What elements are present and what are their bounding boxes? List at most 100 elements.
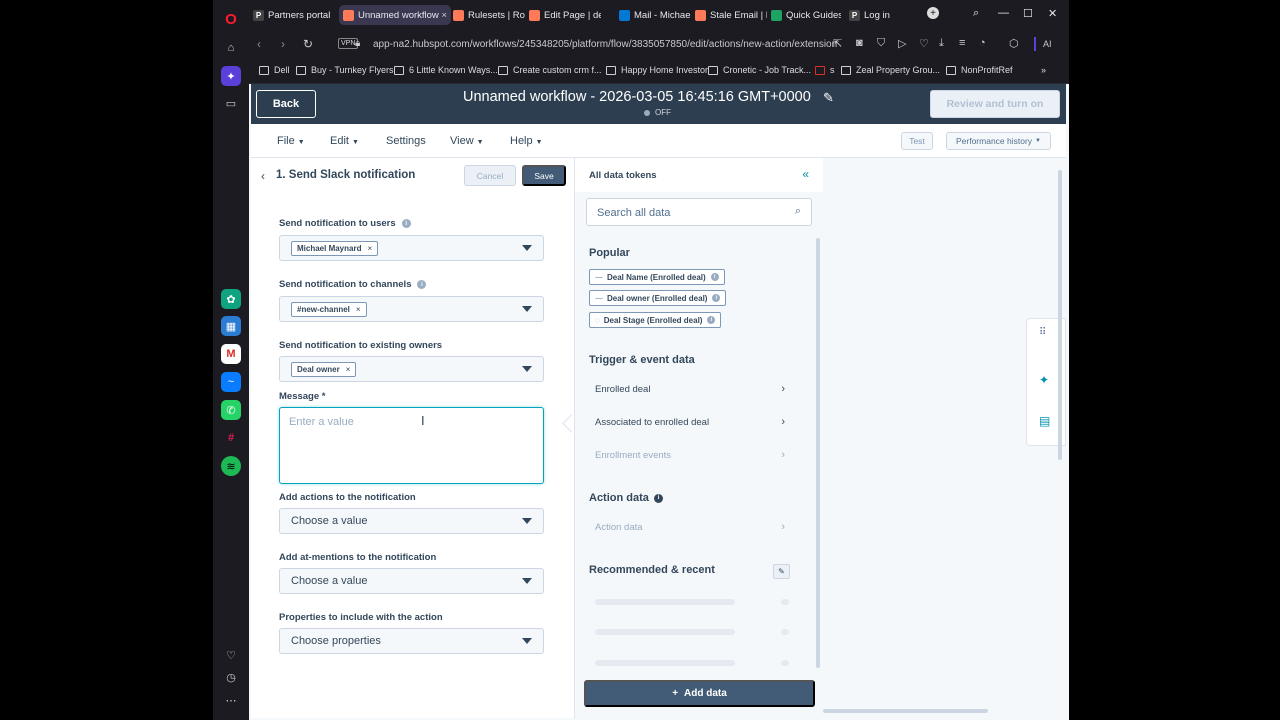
opera-logo-icon[interactable]: O	[221, 9, 241, 29]
ai-button[interactable]: AI	[1043, 39, 1052, 49]
info-icon[interactable]: i	[653, 493, 663, 503]
canvas-vertical-scrollbar[interactable]	[1058, 170, 1062, 460]
minimize-icon[interactable]: —	[998, 7, 1009, 19]
back-button[interactable]: Back	[256, 90, 316, 118]
more-icon[interactable]: ⋯	[221, 690, 241, 710]
tab-mail[interactable]: Mail - Michael	[619, 5, 691, 25]
maximize-icon[interactable]: ☐	[1023, 7, 1033, 20]
test-button[interactable]: Test	[901, 132, 933, 150]
bookmark-item[interactable]: s	[815, 65, 835, 75]
tab-stale-email[interactable]: Stale Email | H	[695, 5, 767, 25]
remove-chip-icon[interactable]: ×	[356, 305, 361, 314]
tab-rulesets[interactable]: Rulesets | Rout	[453, 5, 525, 25]
edit-title-icon[interactable]: ✎	[823, 90, 834, 106]
tab-quick-guides[interactable]: Quick Guides	[771, 5, 841, 25]
close-tab-icon[interactable]: ×	[441, 10, 447, 21]
url-field[interactable]: app-na2.hubspot.com/workflows/245348205/…	[373, 39, 837, 50]
gmail-icon[interactable]: M	[221, 344, 241, 364]
token-category-enrollment-events[interactable]: Enrollment events ›	[595, 449, 785, 461]
review-and-turn-on-button[interactable]: Review and turn on	[930, 90, 1060, 118]
bookmark-item[interactable]: Buy - Turnkey Flyers	[296, 65, 394, 75]
grid-icon[interactable]: ⠿	[1039, 327, 1046, 338]
search-icon[interactable]: ⌕	[795, 205, 801, 218]
play-icon[interactable]: ▷	[898, 37, 906, 50]
performance-history-button[interactable]: Performance history ▼	[946, 132, 1051, 150]
bookmark-item[interactable]: NonProfitRef	[946, 65, 1013, 75]
mentions-select[interactable]: Choose a value	[279, 568, 544, 594]
menu-view[interactable]: View ▼	[450, 135, 484, 147]
token-chip[interactable]: ◌ Deal Stage (Enrolled deal) i	[589, 312, 722, 328]
favorite-icon[interactable]: ♡	[919, 37, 929, 50]
spotify-icon[interactable]: ≋	[221, 456, 241, 476]
info-icon[interactable]: i	[417, 280, 427, 289]
collapse-panel-icon[interactable]: «	[802, 167, 809, 181]
save-button[interactable]: Save	[522, 165, 566, 186]
whatsapp-icon[interactable]: ✆	[221, 400, 241, 420]
chatgpt-icon[interactable]: ✿	[221, 289, 241, 309]
token-category-enrolled-deal[interactable]: Enrolled deal ›	[595, 383, 785, 395]
cancel-button[interactable]: Cancel	[464, 165, 516, 186]
tokens-scrollbar[interactable]	[816, 238, 820, 668]
profile-icon[interactable]: ◔	[979, 37, 986, 49]
heart-icon[interactable]: ♡	[221, 645, 241, 665]
share-icon[interactable]: ⇱	[833, 37, 842, 50]
bookmark-item[interactable]: Dell	[259, 65, 290, 75]
token-category-action-data[interactable]: Action data ›	[595, 521, 785, 533]
close-window-icon[interactable]: ✕	[1048, 7, 1057, 20]
info-icon[interactable]: i	[401, 219, 411, 228]
comment-icon[interactable]: ▤	[1039, 414, 1050, 428]
home-icon[interactable]: ⌂	[221, 38, 241, 58]
remove-chip-icon[interactable]: ×	[367, 244, 372, 253]
info-icon[interactable]: i	[707, 316, 716, 324]
aria-icon[interactable]: ✦	[221, 66, 241, 86]
channels-select[interactable]: #new-channel ×	[279, 296, 544, 322]
tokens-search-input[interactable]: Search all data ⌕	[586, 198, 812, 226]
menu-settings[interactable]: Settings	[386, 135, 426, 147]
info-icon[interactable]: i	[710, 273, 719, 281]
token-category-associated[interactable]: Associated to enrolled deal ›	[595, 416, 785, 428]
tab-unnamed-workflow[interactable]: Unnamed workflow ×	[339, 5, 451, 25]
properties-select[interactable]: Choose properties	[279, 628, 544, 654]
message-input[interactable]: Enter a value I	[279, 407, 544, 484]
tab-partners-portal[interactable]: P Partners portal	[253, 5, 335, 25]
workflow-title[interactable]: Unnamed workflow - 2026-03-05 16:45:16 G…	[463, 89, 811, 105]
tab-log-in[interactable]: P Log in	[849, 5, 909, 25]
messenger-icon[interactable]: ~	[221, 372, 241, 392]
forward-arrow-icon[interactable]: ›	[281, 37, 285, 51]
reload-icon[interactable]: ↻	[303, 37, 313, 51]
camera-icon[interactable]: ◙	[856, 37, 863, 49]
actions-select[interactable]: Choose a value	[279, 508, 544, 534]
bookmark-item[interactable]: Cronetic - Job Track...	[708, 65, 811, 75]
users-select[interactable]: Michael Maynard ×	[279, 235, 544, 261]
download-icon[interactable]: ⤓	[939, 37, 944, 50]
chevron-left-icon[interactable]: ‹	[261, 169, 265, 183]
token-chip[interactable]: ⁓ Deal Name (Enrolled deal) i	[589, 269, 725, 285]
menu-file[interactable]: File ▼	[277, 135, 305, 147]
canvas-horizontal-scrollbar[interactable]	[823, 709, 988, 713]
bookmark-item[interactable]: Zeal Property Grou...	[841, 65, 940, 75]
search-tabs-icon[interactable]: ⌕	[973, 7, 979, 20]
bookmark-item[interactable]: Happy Home Investor	[606, 65, 708, 75]
ai-sparkle-icon[interactable]: ✦	[1039, 373, 1049, 387]
menu-edit[interactable]: Edit ▼	[330, 135, 359, 147]
slack-icon[interactable]: #	[221, 428, 241, 448]
bookmark-item[interactable]: Create custom crm f...	[498, 65, 602, 75]
calendar-icon[interactable]: ▦	[221, 316, 241, 336]
shield-icon[interactable]: ⛉	[877, 37, 885, 50]
info-icon[interactable]: i	[712, 294, 721, 302]
cube-icon[interactable]: ⬡	[1009, 37, 1019, 50]
bookmark-item[interactable]: 6 Little Known Ways...	[394, 65, 498, 75]
back-arrow-icon[interactable]: ‹	[257, 37, 261, 51]
player-icon[interactable]: ▭	[221, 93, 241, 113]
owners-select[interactable]: Deal owner ×	[279, 356, 544, 382]
menu-icon[interactable]: ≡	[959, 37, 965, 49]
tab-edit-page[interactable]: Edit Page | der	[529, 5, 601, 25]
new-tab-icon[interactable]: +	[927, 7, 939, 19]
token-chip[interactable]: ⁓ Deal owner (Enrolled deal) i	[589, 290, 727, 306]
menu-help[interactable]: Help ▼	[510, 135, 543, 147]
edit-recommended-icon[interactable]: ✎	[773, 564, 790, 579]
more-bookmarks-icon[interactable]: »	[1041, 65, 1046, 75]
add-data-button[interactable]: + Add data	[584, 680, 815, 707]
remove-chip-icon[interactable]: ×	[346, 365, 351, 374]
history-icon[interactable]: ◷	[221, 667, 241, 687]
